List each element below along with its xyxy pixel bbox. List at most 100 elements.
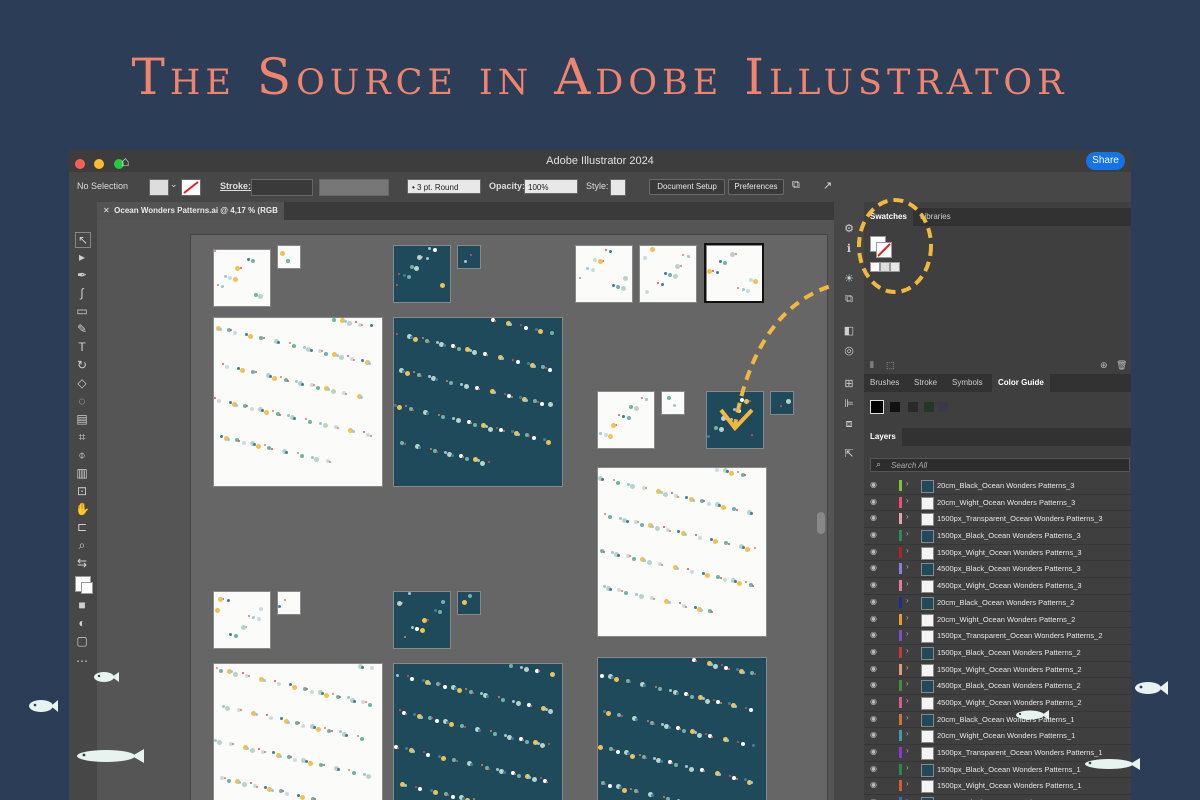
align-icon[interactable]: ⊫ [842,397,856,411]
layer-row[interactable]: ◉ › 4500px_Wight_Ocean Wonders Patterns_3 [864,578,1131,595]
eye-icon[interactable]: ◉ [870,630,877,639]
stroke-color-icon[interactable] [81,582,93,594]
eye-icon[interactable]: ◉ [870,714,877,723]
opacity-field[interactable]: 100% [524,179,578,194]
layer-row[interactable]: ◉ › 20cm_Black_Ocean Wonders Patterns_1 [864,712,1131,729]
chevron-right-icon[interactable]: › [906,629,909,638]
color-guide-swatch-5[interactable] [938,402,948,412]
tab-layers[interactable]: Layers [864,428,902,446]
eye-icon[interactable]: ◉ [870,647,877,656]
chevron-right-icon[interactable]: › [906,696,909,705]
layer-row[interactable]: ◉ › 20cm_Black_Ocean Wonders Patterns_2 [864,595,1131,612]
preferences-button[interactable]: Preferences [728,179,784,195]
color-guide-swatch-4[interactable] [924,402,934,412]
eye-icon[interactable]: ◉ [870,497,877,506]
chevron-right-icon[interactable]: › [906,579,909,588]
eye-icon[interactable]: ◉ [870,730,877,739]
sw-seagull-navy-large[interactable] [393,317,563,487]
appearance-icon[interactable]: ☀ [842,272,856,286]
share-button[interactable]: Share [1086,152,1125,170]
layer-row[interactable]: ◉ › 1500px_Black_Ocean Wonders Patterns_3 [864,528,1131,545]
eye-icon[interactable]: ◉ [870,780,877,789]
info-icon[interactable]: ℹ [842,242,856,256]
sw-fish-navy-small[interactable] [393,591,451,649]
layer-row[interactable]: ◉ › 20cm_Wight_Ocean Wonders Patterns_3 [864,495,1131,512]
chevron-right-icon[interactable]: › [906,529,909,538]
curvature-tool-icon[interactable]: ∫ [75,286,89,300]
chevron-right-icon[interactable]: › [906,729,909,738]
artboard-tool-icon[interactable]: ⊡ [75,484,89,498]
chevron-right-icon[interactable]: › [906,546,909,555]
tab-brushes[interactable]: Brushes [864,374,905,392]
lasso-tool-icon[interactable]: ◌ [75,394,89,408]
eye-icon[interactable]: ◉ [870,563,877,572]
eye-icon[interactable]: ◉ [870,597,877,606]
graphic-style-swatch[interactable] [610,179,626,196]
stroke-weight-field[interactable] [251,179,313,196]
eye-icon[interactable]: ◉ [870,764,877,773]
layer-row[interactable]: ◉ › 4500px_Black_Ocean Wonders Patterns_2 [864,678,1131,695]
selection-tool-icon[interactable]: ↖ [75,232,91,248]
sw-seagull-white-tile[interactable] [277,245,301,269]
layer-row[interactable]: ◉ › 1500px_Wight_Ocean Wonders Patterns_2 [864,662,1131,679]
chevron-right-icon[interactable]: › [906,663,909,672]
sw-fish-white-small[interactable] [213,591,271,649]
paintbrush-tool-icon[interactable]: ✎ [75,322,89,336]
sw-fish-navy-large[interactable] [393,663,563,800]
brush-definition[interactable]: • 3 pt. Round [407,179,481,194]
new-swatch-icon[interactable]: ⊕ [1100,360,1108,371]
layer-row[interactable]: ◉ › 20cm_Black_Ocean Wonders Patterns_3 [864,478,1131,495]
eye-icon[interactable]: ◉ [870,614,877,623]
eyedropper-tool-icon[interactable]: ⌽ [75,448,89,462]
layer-row[interactable]: ◉ › 4500px_Wight_Ocean Wonders Patterns_2 [864,695,1131,712]
swatch-libraries-icon[interactable]: ⫴ [870,360,874,371]
more-tools-icon[interactable]: ⋯ [75,654,89,668]
chevron-right-icon[interactable]: › [906,796,909,800]
document-tab[interactable]: ✕ Ocean Wonders Patterns.ai @ 4,17 % (RG… [97,202,284,220]
color-guide-swatch-black[interactable] [870,400,884,414]
layer-row[interactable]: ◉ › 1500px_Wight_Ocean Wonders Patterns_3 [864,545,1131,562]
chevron-right-icon[interactable]: › [906,713,909,722]
chevron-right-icon[interactable]: › [906,646,909,655]
shapes-icon[interactable]: ◎ [842,344,856,358]
layer-row[interactable]: ◉ › 4500px_Black_Ocean Wonders Patterns_3 [864,561,1131,579]
sw-seagull-white-small[interactable] [213,249,271,307]
swatch-options-icon[interactable]: ⬚ [886,360,895,371]
gradient-tool-icon[interactable]: ▤ [75,412,89,426]
tab-color-guide[interactable]: Color Guide [992,374,1050,392]
sw-fish-white-tile[interactable] [277,591,301,615]
zoom-tool-icon[interactable]: ⌕ [75,538,89,552]
sw-seagull-transparent[interactable] [575,245,633,303]
layer-row[interactable]: ◉›4500px_Black_Ocean Wonders Patterns_1 [864,795,1131,800]
color-mode-icon[interactable]: ■ [75,598,89,612]
pen-tool-icon[interactable]: ✒ [75,268,89,282]
eye-icon[interactable]: ◉ [870,480,877,489]
sw-seagull-navy-tile[interactable] [457,245,481,269]
type-tool-icon[interactable]: T [75,340,89,354]
chevron-right-icon[interactable]: › [906,779,909,788]
chevron-right-icon[interactable]: › [906,763,909,772]
eye-icon[interactable]: ◉ [870,664,877,673]
direct-selection-tool-icon[interactable]: ▸ [75,250,89,264]
sw-seagull-white-large[interactable] [213,317,383,487]
mesh-tool-icon[interactable]: ⌗ [75,430,89,444]
draw-mode-icon[interactable]: ◐ [75,616,89,630]
rectangle-tool-icon[interactable]: ▭ [75,304,89,318]
eraser-tool-icon[interactable]: ◇ [75,376,89,390]
sw-fish-white-large[interactable] [213,663,383,800]
chevron-right-icon[interactable]: › [906,512,909,521]
chevron-down-icon[interactable]: ⌄ [170,179,178,190]
delete-swatch-icon[interactable]: 🗑 [1116,360,1127,371]
stroke-swatch[interactable] [181,179,201,196]
eye-icon[interactable]: ◉ [870,530,877,539]
document-setup-button[interactable]: Document Setup [649,179,725,195]
sw-coral-navy-large[interactable] [597,657,767,800]
eye-icon[interactable]: ◉ [870,580,877,589]
fill-swatch[interactable] [149,179,169,196]
layer-row[interactable]: ◉ › 1500px_Transparent_Ocean Wonders Patte… [864,628,1131,645]
swap-fill-stroke-icon[interactable]: ⇆ [75,556,89,570]
layer-row[interactable]: ◉ › 1500px_Transparent_Ocean Wonders Patte… [864,511,1131,529]
rotate-tool-icon[interactable]: ↻ [75,358,89,372]
chevron-right-icon[interactable]: › [906,496,909,505]
eye-icon[interactable]: ◉ [870,747,877,756]
